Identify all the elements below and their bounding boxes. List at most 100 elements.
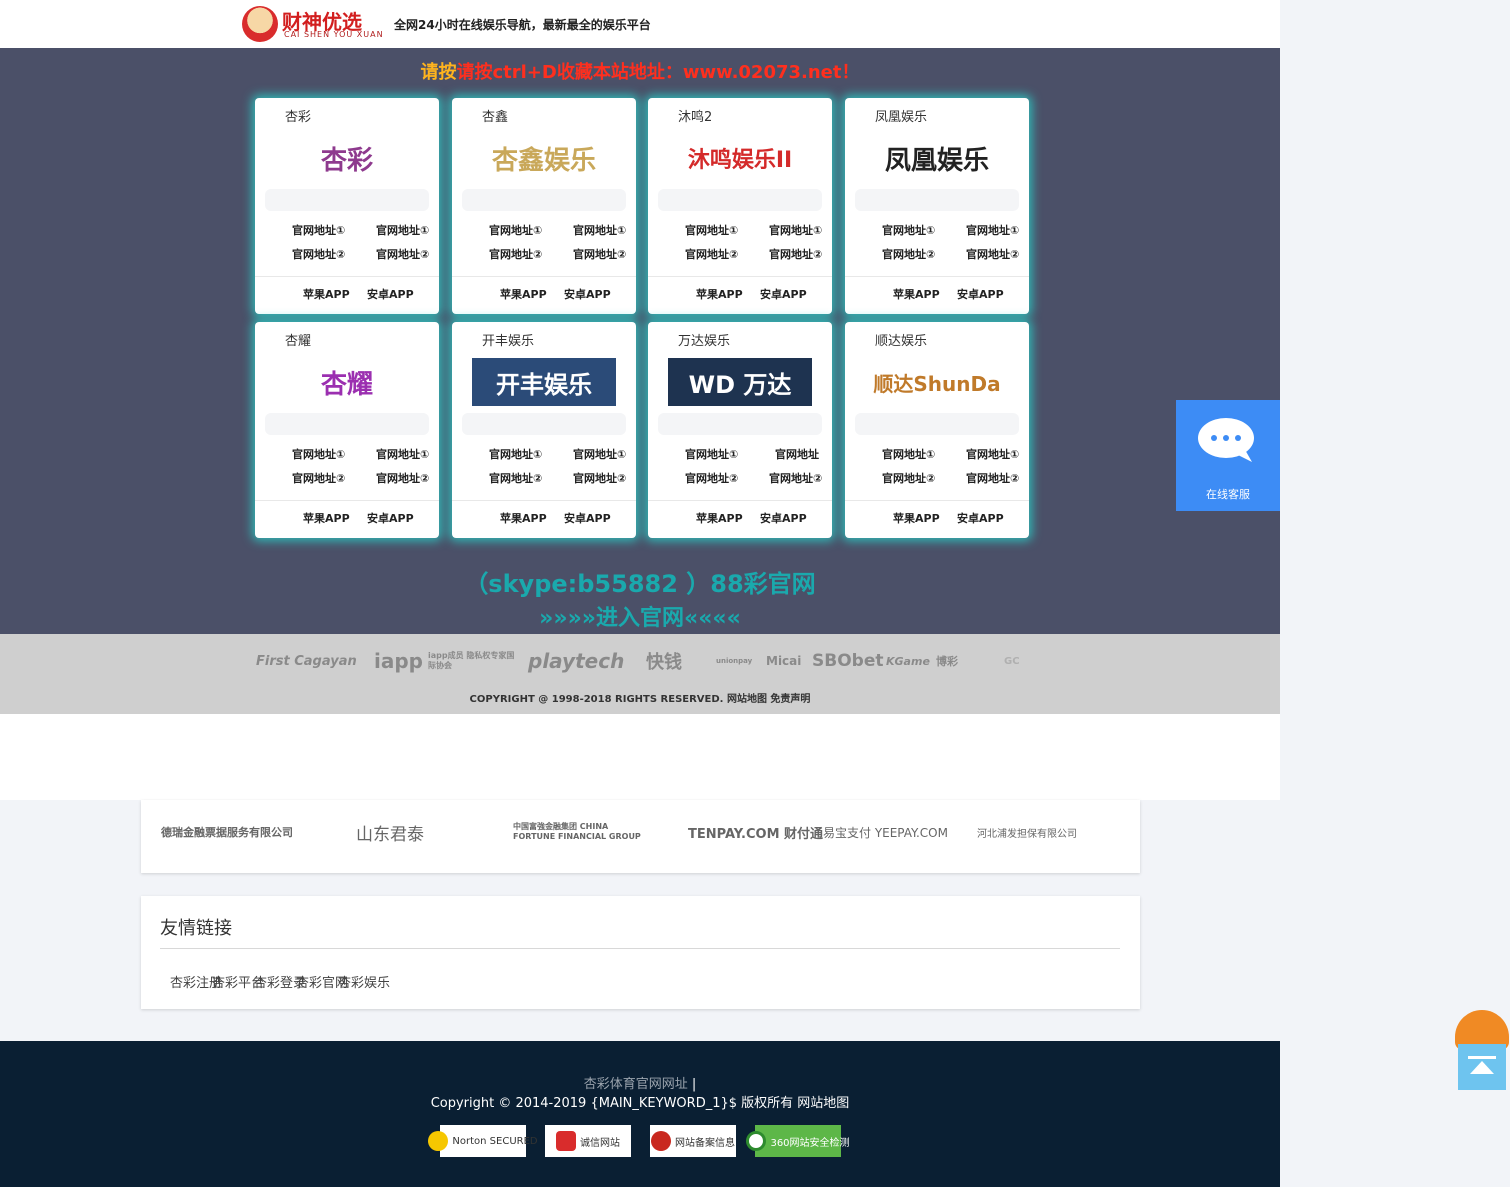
- divider: [648, 276, 832, 277]
- official-link[interactable]: 官网地址②: [769, 246, 822, 262]
- official-link[interactable]: 官网地址②: [376, 470, 429, 486]
- platform-card: 杏彩 杏彩 官网地址① 官网地址① 官网地址② 官网地址② 苹果APP 安卓APP: [255, 98, 439, 314]
- platform-logo[interactable]: 沐鸣娱乐II: [660, 128, 820, 188]
- card-bar: [855, 413, 1019, 435]
- partner-logo-kgame: KGame: [886, 654, 930, 668]
- divider: [845, 500, 1029, 501]
- badge-label: 网站备案信息: [675, 1137, 735, 1149]
- footer-site-link[interactable]: 杏彩体育官网网址: [584, 1077, 688, 1092]
- android-app-link[interactable]: 安卓APP: [760, 286, 807, 302]
- partner-logo-bocai: 博彩: [936, 655, 958, 668]
- android-app-link[interactable]: 安卓APP: [367, 510, 414, 526]
- official-link[interactable]: 官网地址①: [489, 222, 542, 238]
- finance-partners: 德瑞金融票据服务有限公司 山东君泰 中国富強金融集团 CHINA FORTUNE…: [141, 800, 1140, 873]
- platform-logo[interactable]: 杏彩: [267, 128, 427, 188]
- platform-name: 杏彩: [285, 110, 312, 125]
- official-link[interactable]: 官网地址②: [769, 470, 822, 486]
- official-link[interactable]: 官网地址①: [882, 222, 935, 238]
- official-link[interactable]: 官网地址②: [966, 246, 1019, 262]
- official-link[interactable]: 官网地址②: [573, 470, 626, 486]
- ios-app-link[interactable]: 苹果APP: [696, 510, 743, 526]
- official-link[interactable]: 官网地址②: [882, 470, 935, 486]
- official-link[interactable]: 官网地址②: [685, 246, 738, 262]
- official-link[interactable]: 官网地址②: [882, 246, 935, 262]
- official-link[interactable]: 官网地址①: [292, 446, 345, 462]
- official-link[interactable]: 官网地址②: [292, 470, 345, 486]
- online-service-button[interactable]: 在线客服: [1176, 400, 1280, 511]
- ios-app-link[interactable]: 苹果APP: [893, 286, 940, 302]
- official-link[interactable]: 官网地址: [775, 446, 819, 462]
- divider: [255, 500, 439, 501]
- official-link[interactable]: 官网地址①: [685, 446, 738, 462]
- partner-logo-iapp-member: iapp成员 隐私权专家国际协会: [428, 651, 515, 670]
- official-link[interactable]: 官网地址①: [685, 222, 738, 238]
- tagline: 全网24小时在线娱乐导航，最新最全的娱乐平台: [394, 18, 651, 32]
- ios-app-link[interactable]: 苹果APP: [696, 286, 743, 302]
- official-link[interactable]: 官网地址②: [966, 470, 1019, 486]
- friend-link[interactable]: 杏彩娱乐: [338, 972, 390, 991]
- official-link[interactable]: 官网地址①: [376, 446, 429, 462]
- platform-logo[interactable]: 顺达ShunDa: [857, 352, 1017, 412]
- ios-app-link[interactable]: 苹果APP: [303, 510, 350, 526]
- official-link[interactable]: 官网地址①: [966, 222, 1019, 238]
- divider: [648, 500, 832, 501]
- platform-logo[interactable]: 杏耀: [267, 352, 427, 412]
- official-link[interactable]: 官网地址①: [882, 446, 935, 462]
- card-bar: [265, 413, 429, 435]
- official-link[interactable]: 官网地址②: [489, 246, 542, 262]
- notice-text: 请按ctrl+D收藏本站地址：www.02073.net！: [456, 62, 860, 83]
- android-app-link[interactable]: 安卓APP: [564, 510, 611, 526]
- enter-site-link[interactable]: »»»»进入官网««««: [0, 600, 1280, 632]
- copyright-line: COPYRIGHT @ 1998-2018 RIGHTS RESERVED. 网…: [469, 694, 811, 705]
- official-link[interactable]: 官网地址②: [685, 470, 738, 486]
- back-to-top-button[interactable]: [1455, 1010, 1510, 1090]
- official-link[interactable]: 官网地址①: [966, 446, 1019, 462]
- official-link[interactable]: 官网地址②: [376, 246, 429, 262]
- finance-logo-pufa: 河北浦发担保有限公司: [977, 828, 1077, 840]
- finance-logo-china-fortune: 中国富強金融集团 CHINA FORTUNE FINANCIAL GROUP: [513, 822, 641, 841]
- official-link[interactable]: 官网地址①: [573, 446, 626, 462]
- service-label: 在线客服: [1206, 488, 1250, 501]
- android-app-link[interactable]: 安卓APP: [957, 510, 1004, 526]
- card-bar: [462, 189, 626, 211]
- official-link[interactable]: 官网地址②: [292, 246, 345, 262]
- android-app-link[interactable]: 安卓APP: [957, 286, 1004, 302]
- official-link[interactable]: 官网地址①: [376, 222, 429, 238]
- finance-logo-tenpay: TENPAY.COM 财付通: [688, 826, 824, 842]
- partner-strip: First Cagayan iapp iapp成员 隐私权专家国际协会 play…: [0, 634, 1280, 714]
- android-app-link[interactable]: 安卓APP: [367, 286, 414, 302]
- platform-name: 沐鸣2: [678, 110, 713, 125]
- platform-card: 万达娱乐 WD 万达官网地址① 官网地址官网地址② 官网地址② 苹果APP 安卓APP: [648, 322, 832, 538]
- emblem-icon: [651, 1131, 671, 1151]
- platform-card: 杏鑫杏鑫娱乐官网地址① 官网地址① 官网地址② 官网地址② 苹果APP 安卓APP: [452, 98, 636, 314]
- platform-name: 万达娱乐: [678, 334, 731, 349]
- magnifier-icon: [746, 1131, 767, 1151]
- platform-logo[interactable]: 杏鑫娱乐: [464, 128, 624, 188]
- platform-name: 杏鑫: [482, 110, 509, 125]
- platform-logo[interactable]: 凤凰娱乐: [857, 128, 1017, 188]
- platform-logo[interactable]: 开丰娱乐: [472, 358, 616, 406]
- divider: [255, 276, 439, 277]
- official-link[interactable]: 官网地址①: [573, 222, 626, 238]
- official-link[interactable]: 官网地址②: [489, 470, 542, 486]
- 360-safety-badge[interactable]: 360网站安全检测: [746, 1125, 850, 1157]
- norton-badge[interactable]: Norton SECURED: [428, 1125, 538, 1157]
- finance-logo-yeepay: 易宝支付 YEEPAY.COM: [823, 825, 948, 840]
- footer-links: 杏彩体育官网网址 |: [0, 1073, 1280, 1092]
- platform-logo[interactable]: WD 万达: [668, 358, 812, 406]
- official-link[interactable]: 官网地址①: [292, 222, 345, 238]
- site-logo[interactable]: 财神优选 CAI SHEN YOU XUAN: [242, 4, 383, 44]
- official-link[interactable]: 官网地址②: [573, 246, 626, 262]
- ios-app-link[interactable]: 苹果APP: [500, 286, 547, 302]
- icp-record-badge[interactable]: 网站备案信息: [650, 1125, 736, 1157]
- ios-app-link[interactable]: 苹果APP: [500, 510, 547, 526]
- ios-app-link[interactable]: 苹果APP: [303, 286, 350, 302]
- official-link[interactable]: 官网地址①: [489, 446, 542, 462]
- official-link[interactable]: 官网地址①: [769, 222, 822, 238]
- android-app-link[interactable]: 安卓APP: [760, 510, 807, 526]
- android-app-link[interactable]: 安卓APP: [564, 286, 611, 302]
- trust-site-badge[interactable]: 诚信网站: [545, 1125, 631, 1157]
- ios-app-link[interactable]: 苹果APP: [893, 510, 940, 526]
- divider: [845, 276, 1029, 277]
- partner-logo-first-cagayan: First Cagayan: [256, 653, 357, 669]
